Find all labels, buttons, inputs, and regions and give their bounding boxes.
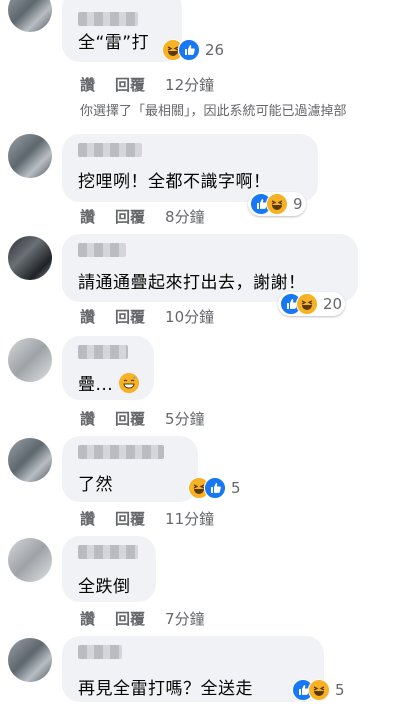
comment-text: 再見全雷打嗎？全送走 — [78, 679, 253, 699]
comment-actions: 讚 回覆 7分鐘 — [80, 608, 225, 629]
author-name[interactable] — [78, 243, 126, 257]
reaction-count: 26 — [205, 41, 225, 59]
comment-actions: 讚 回覆 11分鐘 — [80, 508, 234, 529]
avatar[interactable] — [8, 0, 52, 32]
comment-actions: 讚 回覆 8分鐘 — [80, 206, 225, 227]
avatar[interactable] — [8, 338, 52, 382]
author-name[interactable] — [78, 445, 164, 459]
timestamp[interactable]: 12分鐘 — [165, 74, 214, 95]
like-reaction-icon — [178, 39, 200, 61]
avatar[interactable] — [8, 638, 52, 682]
comment-text: 請通通疊起來打出去，謝謝！ — [78, 273, 306, 293]
reaction-count: 9 — [293, 195, 303, 213]
reply-button[interactable]: 回覆 — [115, 508, 145, 529]
timestamp[interactable]: 5分鐘 — [165, 408, 205, 429]
avatar[interactable] — [8, 236, 52, 280]
reaction-summary[interactable]: 5 — [186, 476, 244, 500]
avatar[interactable] — [8, 538, 52, 582]
grinning-sweat-emoji-icon — [119, 373, 140, 393]
timestamp[interactable]: 10分鐘 — [165, 306, 214, 327]
author-name[interactable] — [78, 143, 142, 157]
comment-actions: 讚 回覆 12分鐘 — [80, 74, 234, 95]
comment-text-value: 疊... — [78, 375, 114, 395]
comment-bubble: 全跌倒 — [62, 536, 156, 602]
comment-text: 挖哩咧！全都不識字啊！ — [78, 172, 271, 192]
reply-button[interactable]: 回覆 — [115, 408, 145, 429]
reply-button[interactable]: 回覆 — [115, 306, 145, 327]
comment-bubble: 疊... — [62, 336, 154, 400]
haha-reaction-icon — [308, 679, 330, 701]
timestamp[interactable]: 11分鐘 — [165, 508, 214, 529]
comment-text: 了然 — [78, 475, 113, 495]
like-button[interactable]: 讚 — [80, 206, 95, 227]
reaction-count: 20 — [323, 295, 343, 313]
reply-button[interactable]: 回覆 — [115, 206, 145, 227]
like-button[interactable]: 讚 — [80, 306, 95, 327]
haha-reaction-icon — [296, 293, 318, 315]
author-name[interactable] — [78, 545, 138, 559]
author-name[interactable] — [78, 345, 128, 359]
reaction-count: 5 — [335, 681, 345, 699]
comment-text: 疊... — [78, 370, 140, 395]
like-button[interactable]: 讚 — [80, 608, 95, 629]
comment-text: 全“雷”打 — [78, 33, 150, 53]
avatar[interactable] — [8, 438, 52, 482]
like-button[interactable]: 讚 — [80, 508, 95, 529]
like-reaction-icon — [204, 477, 226, 499]
reaction-summary[interactable]: 5 — [290, 678, 348, 702]
like-button[interactable]: 讚 — [80, 74, 95, 95]
comment-bubble: 了然 — [62, 436, 198, 502]
reaction-count: 5 — [231, 479, 241, 497]
author-name[interactable] — [78, 645, 122, 659]
avatar[interactable] — [8, 134, 52, 178]
haha-reaction-icon — [266, 193, 288, 215]
reaction-summary[interactable]: 9 — [248, 192, 306, 216]
comment-text: 全跌倒 — [78, 577, 131, 597]
comment-actions: 讚 回覆 5分鐘 — [80, 408, 225, 429]
reaction-summary[interactable]: 20 — [278, 292, 346, 316]
timestamp[interactable]: 7分鐘 — [165, 608, 205, 629]
reply-button[interactable]: 回覆 — [115, 608, 145, 629]
author-name[interactable] — [78, 12, 138, 26]
filter-notice: 你選擇了「最相關」，因此系統可能已過濾掉部 — [80, 104, 347, 119]
reaction-summary[interactable]: 26 — [160, 38, 227, 62]
reply-button[interactable]: 回覆 — [115, 74, 145, 95]
comment-bubble: 再見全雷打嗎？全送走 — [62, 636, 324, 702]
timestamp[interactable]: 8分鐘 — [165, 206, 205, 227]
like-button[interactable]: 讚 — [80, 408, 95, 429]
comment-actions: 讚 回覆 10分鐘 — [80, 306, 234, 327]
